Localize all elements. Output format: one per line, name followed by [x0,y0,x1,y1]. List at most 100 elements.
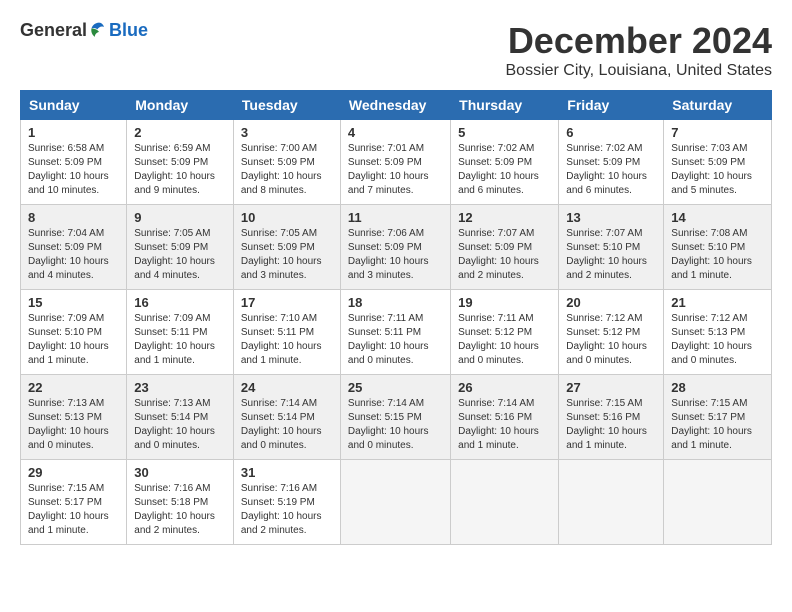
header-tuesday: Tuesday [233,91,340,120]
day-number: 4 [348,125,443,140]
calendar-cell: 2 Sunrise: 6:59 AMSunset: 5:09 PMDaylight… [127,120,234,205]
day-number: 25 [348,380,443,395]
day-number: 12 [458,210,551,225]
day-number: 13 [566,210,656,225]
page-header: General Blue December 2024 Bossier City,… [20,20,772,80]
day-info: Sunrise: 7:15 AMSunset: 5:17 PMDaylight:… [671,398,752,451]
calendar-cell: 19 Sunrise: 7:11 AMSunset: 5:12 PMDayligh… [451,290,559,375]
day-info: Sunrise: 7:13 AMSunset: 5:14 PMDaylight:… [134,398,215,451]
calendar-cell: 26Sunrise: 7:14 AMSunset: 5:16 PMDayligh… [451,375,559,460]
day-number: 16 [134,295,226,310]
calendar-cell: 24Sunrise: 7:14 AMSunset: 5:14 PMDayligh… [233,375,340,460]
day-info: Sunrise: 7:16 AMSunset: 5:19 PMDaylight:… [241,483,322,536]
day-info: Sunrise: 7:13 AMSunset: 5:13 PMDaylight:… [28,398,109,451]
day-info: Sunrise: 7:14 AMSunset: 5:16 PMDaylight:… [458,398,539,451]
week-row-1: 1 Sunrise: 6:58 AMSunset: 5:09 PMDaylight… [21,120,772,205]
week-row-4: 22 Sunrise: 7:13 AMSunset: 5:13 PMDayligh… [21,375,772,460]
day-info: Sunrise: 7:11 AMSunset: 5:12 PMDaylight:… [458,313,539,366]
calendar-cell: 20 Sunrise: 7:12 AMSunset: 5:12 PMDayligh… [559,290,664,375]
calendar-cell: 16 Sunrise: 7:09 AMSunset: 5:11 PMDayligh… [127,290,234,375]
header-row: SundayMondayTuesdayWednesdayThursdayFrid… [21,91,772,120]
day-info: Sunrise: 7:07 AMSunset: 5:09 PMDaylight:… [458,228,539,281]
calendar-cell: 29Sunrise: 7:15 AMSunset: 5:17 PMDayligh… [21,460,127,545]
logo-blue-text: Blue [109,20,148,41]
calendar-cell: 14 Sunrise: 7:08 AMSunset: 5:10 PMDayligh… [664,205,772,290]
day-number: 7 [671,125,764,140]
header-saturday: Saturday [664,91,772,120]
header-thursday: Thursday [451,91,559,120]
calendar-table: SundayMondayTuesdayWednesdayThursdayFrid… [20,90,772,545]
day-info: Sunrise: 7:05 AMSunset: 5:09 PMDaylight:… [241,228,322,281]
day-info: Sunrise: 7:14 AMSunset: 5:14 PMDaylight:… [241,398,322,451]
calendar-cell: 12 Sunrise: 7:07 AMSunset: 5:09 PMDayligh… [451,205,559,290]
week-row-5: 29Sunrise: 7:15 AMSunset: 5:17 PMDayligh… [21,460,772,545]
header-wednesday: Wednesday [340,91,450,120]
day-number: 23 [134,380,226,395]
calendar-cell: 9Sunrise: 7:05 AMSunset: 5:09 PMDaylight… [127,205,234,290]
day-number: 20 [566,295,656,310]
day-number: 10 [241,210,333,225]
day-info: Sunrise: 7:10 AMSunset: 5:11 PMDaylight:… [241,313,322,366]
calendar-cell: 3Sunrise: 7:00 AMSunset: 5:09 PMDaylight… [233,120,340,205]
calendar-cell: 22 Sunrise: 7:13 AMSunset: 5:13 PMDayligh… [21,375,127,460]
day-number: 19 [458,295,551,310]
day-info: Sunrise: 7:12 AMSunset: 5:13 PMDaylight:… [671,313,752,366]
calendar-cell [340,460,450,545]
day-info: Sunrise: 7:11 AMSunset: 5:11 PMDaylight:… [348,313,429,366]
day-number: 21 [671,295,764,310]
day-info: Sunrise: 7:01 AMSunset: 5:09 PMDaylight:… [348,143,429,196]
calendar-cell: 21 Sunrise: 7:12 AMSunset: 5:13 PMDayligh… [664,290,772,375]
calendar-cell: 30 Sunrise: 7:16 AMSunset: 5:18 PMDayligh… [127,460,234,545]
calendar-cell: 1 Sunrise: 6:58 AMSunset: 5:09 PMDaylight… [21,120,127,205]
title-area: December 2024 Bossier City, Louisiana, U… [506,20,773,80]
day-info: Sunrise: 7:08 AMSunset: 5:10 PMDaylight:… [671,228,752,281]
day-number: 5 [458,125,551,140]
calendar-cell: 10 Sunrise: 7:05 AMSunset: 5:09 PMDayligh… [233,205,340,290]
day-number: 29 [28,465,119,480]
day-info: Sunrise: 7:02 AMSunset: 5:09 PMDaylight:… [458,143,539,196]
calendar-cell: 15Sunrise: 7:09 AMSunset: 5:10 PMDayligh… [21,290,127,375]
logo-icon [89,21,109,41]
calendar-cell [451,460,559,545]
day-number: 14 [671,210,764,225]
calendar-cell [664,460,772,545]
day-info: Sunrise: 7:16 AMSunset: 5:18 PMDaylight:… [134,483,215,536]
day-number: 15 [28,295,119,310]
day-number: 8 [28,210,119,225]
calendar-cell: 11Sunrise: 7:06 AMSunset: 5:09 PMDayligh… [340,205,450,290]
day-number: 3 [241,125,333,140]
calendar-cell: 18 Sunrise: 7:11 AMSunset: 5:11 PMDayligh… [340,290,450,375]
day-info: Sunrise: 7:06 AMSunset: 5:09 PMDaylight:… [348,228,429,281]
day-number: 1 [28,125,119,140]
day-number: 2 [134,125,226,140]
day-info: Sunrise: 7:15 AMSunset: 5:16 PMDaylight:… [566,398,647,451]
day-number: 30 [134,465,226,480]
day-info: Sunrise: 7:07 AMSunset: 5:10 PMDaylight:… [566,228,647,281]
day-number: 17 [241,295,333,310]
calendar-cell: 25 Sunrise: 7:14 AMSunset: 5:15 PMDayligh… [340,375,450,460]
calendar-cell: 31 Sunrise: 7:16 AMSunset: 5:19 PMDayligh… [233,460,340,545]
day-info: Sunrise: 7:09 AMSunset: 5:11 PMDaylight:… [134,313,215,366]
day-number: 6 [566,125,656,140]
day-info: Sunrise: 7:12 AMSunset: 5:12 PMDaylight:… [566,313,647,366]
header-sunday: Sunday [21,91,127,120]
calendar-cell: 27 Sunrise: 7:15 AMSunset: 5:16 PMDayligh… [559,375,664,460]
calendar-cell [559,460,664,545]
day-info: Sunrise: 6:59 AMSunset: 5:09 PMDaylight:… [134,143,215,196]
month-title: December 2024 [506,20,773,62]
day-number: 18 [348,295,443,310]
week-row-2: 8Sunrise: 7:04 AMSunset: 5:09 PMDaylight… [21,205,772,290]
logo-general-text: General [20,20,87,41]
header-monday: Monday [127,91,234,120]
day-info: Sunrise: 7:14 AMSunset: 5:15 PMDaylight:… [348,398,429,451]
day-number: 31 [241,465,333,480]
logo: General Blue [20,20,148,41]
calendar-cell: 28Sunrise: 7:15 AMSunset: 5:17 PMDayligh… [664,375,772,460]
calendar-cell: 13 Sunrise: 7:07 AMSunset: 5:10 PMDayligh… [559,205,664,290]
day-number: 27 [566,380,656,395]
day-info: Sunrise: 7:02 AMSunset: 5:09 PMDaylight:… [566,143,647,196]
calendar-cell: 17 Sunrise: 7:10 AMSunset: 5:11 PMDayligh… [233,290,340,375]
day-info: Sunrise: 6:58 AMSunset: 5:09 PMDaylight:… [28,143,109,196]
day-number: 22 [28,380,119,395]
day-info: Sunrise: 7:05 AMSunset: 5:09 PMDaylight:… [134,228,215,281]
